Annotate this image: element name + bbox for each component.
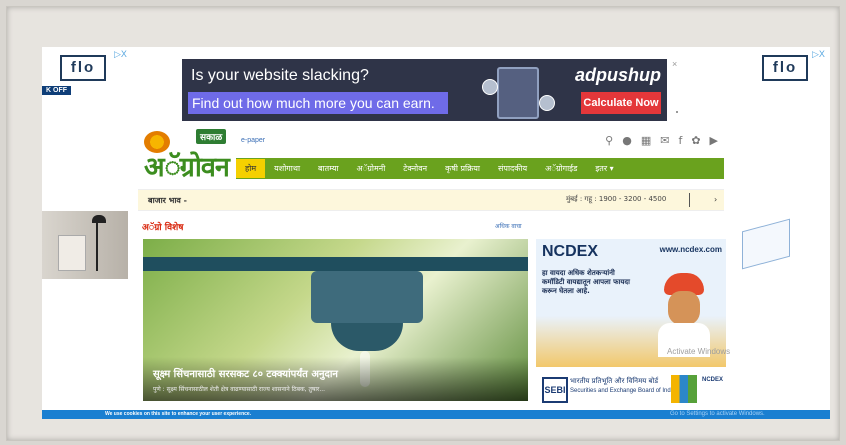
cookie-banner[interactable]: We use cookies on this site to enhance y… [42, 410, 830, 419]
epaper-link[interactable]: e-paper [241, 137, 265, 144]
newspaper-icon[interactable]: ▦ [641, 134, 651, 147]
left-side-ad[interactable]: flo ▷X K OFF [42, 47, 130, 419]
off-badge: K OFF [42, 86, 71, 95]
logo-text: अॅग्रोवन [144, 152, 230, 183]
hero-summary: पुणे : सूक्ष्म सिंचनासाठील शेती क्षेत्र … [153, 386, 326, 393]
nav-processing[interactable]: कृषी प्रक्रिया [436, 163, 489, 174]
ticker-divider [689, 193, 690, 207]
site-logo[interactable]: सकाळ अॅग्रोवन [138, 129, 234, 183]
nav-news[interactable]: बातम्या [309, 163, 348, 174]
nav-editorial[interactable]: संपादकीय [489, 163, 536, 174]
flo-logo-right[interactable]: flo [762, 55, 808, 81]
lamp-head-shape [92, 215, 106, 223]
ad-headline: Is your website slacking? [191, 67, 369, 84]
nav-success-stories[interactable]: यशोगाथा [265, 163, 309, 174]
people-icon [671, 375, 697, 403]
search-icon[interactable]: ⚲ [605, 134, 613, 147]
facebook-icon[interactable]: f [678, 134, 682, 147]
close-ad-icon[interactable]: × [672, 59, 677, 69]
sebi-english-name: Securities and Exchange Board of India [570, 388, 676, 394]
ncdex-url: www.ncdex.com [659, 245, 722, 254]
section-title: अॅग्रो विशेष [142, 223, 184, 233]
activate-windows-watermark: Activate Windows [667, 347, 731, 356]
adchoice-icon[interactable]: ▷X [812, 49, 825, 60]
furniture-image[interactable] [42, 211, 128, 279]
youtube-icon[interactable]: ▶ [710, 134, 718, 147]
farmer-illustration [654, 273, 714, 357]
nav-agromoney[interactable]: अॅग्रोमनी [348, 163, 395, 174]
header-icons: ⚲ ● ▦ ✉ f ✿ ▶ [605, 134, 718, 147]
sakal-badge: सकाळ [196, 129, 227, 144]
ncdex-copy: हा वायदा अधिक शेतकऱ्यांनी कमॉडिटी वायद्य… [542, 269, 630, 295]
market-ticker[interactable]: मुंबई : गहू : 1900 - 3200 - 4500 [566, 195, 666, 204]
flo-logo-left[interactable]: flo [60, 55, 106, 81]
microphone-icon[interactable]: ● [622, 134, 632, 147]
ad-brand: adpushup [575, 65, 661, 85]
agrowon-site: सकाळ अॅग्रोवन e-paper ⚲ ● ▦ ✉ f ✿ ▶ होम … [138, 129, 726, 419]
hero-article[interactable]: सूक्ष्म सिंचनासाठी सरसकट ८० टक्क्यांपर्य… [143, 239, 528, 401]
face-shape [668, 291, 700, 325]
hero-headline[interactable]: सूक्ष्म सिंचनासाठी सरसकट ८० टक्क्यांपर्य… [153, 366, 338, 380]
chair-shape [58, 235, 86, 271]
device-frame: flo ▷X K OFF flo ▷X Is your website slac… [6, 6, 840, 441]
twitter-icon[interactable]: ✿ [691, 134, 700, 147]
lamp-pole-shape [96, 217, 98, 271]
market-rates-bar: बाजार भाव - मुंबई : गहू : 1900 - 3200 - … [138, 189, 724, 211]
read-more-link[interactable]: अधिक वाचा [495, 222, 522, 230]
drip-emitter-shape [311, 271, 423, 323]
ad-dot [676, 111, 678, 113]
nav-home[interactable]: होम [236, 159, 266, 178]
sebi-logo: SEBI [542, 377, 568, 403]
drip-pipe-shape [143, 257, 528, 271]
nav-technowan[interactable]: टेक्नोवन [394, 163, 436, 174]
calculate-now-button[interactable]: Calculate Now [581, 92, 661, 114]
cookie-text: We use cookies on this site to enhance y… [105, 411, 252, 417]
activate-windows-hint: Go to Settings to activate Windows. [670, 411, 765, 417]
emitter-ring-shape [331, 323, 403, 351]
browser-viewport: flo ▷X K OFF flo ▷X Is your website slac… [42, 47, 830, 419]
market-label: बाजार भाव - [148, 196, 187, 205]
main-nav: होम यशोगाथा बातम्या अॅग्रोमनी टेक्नोवन क… [236, 158, 724, 179]
coin-icon [482, 79, 498, 95]
sebi-ad[interactable]: SEBI भारतीय प्रतिभूति और विनिमय बोर्ड Se… [536, 371, 726, 411]
ad-subline: Find out how much more you can earn. [188, 92, 448, 114]
nav-more[interactable]: इतर ▾ [586, 163, 622, 174]
ticker-arrow-icon[interactable]: › [714, 195, 717, 204]
coin-icon [539, 95, 555, 111]
ncdex-logo: NCDEX [542, 243, 599, 260]
nav-agroguide[interactable]: अॅग्रोगाईड [536, 163, 586, 174]
adchoice-icon[interactable]: ▷X [114, 49, 127, 60]
calculator-icon [497, 67, 539, 119]
mail-icon[interactable]: ✉ [660, 134, 669, 147]
sebi-ad-brand: NCDEX [702, 377, 724, 383]
sebi-hindi-name: भारतीय प्रतिभूति और विनिमय बोर्ड [570, 377, 659, 385]
adpushup-banner[interactable]: Is your website slacking? Find out how m… [182, 59, 667, 121]
